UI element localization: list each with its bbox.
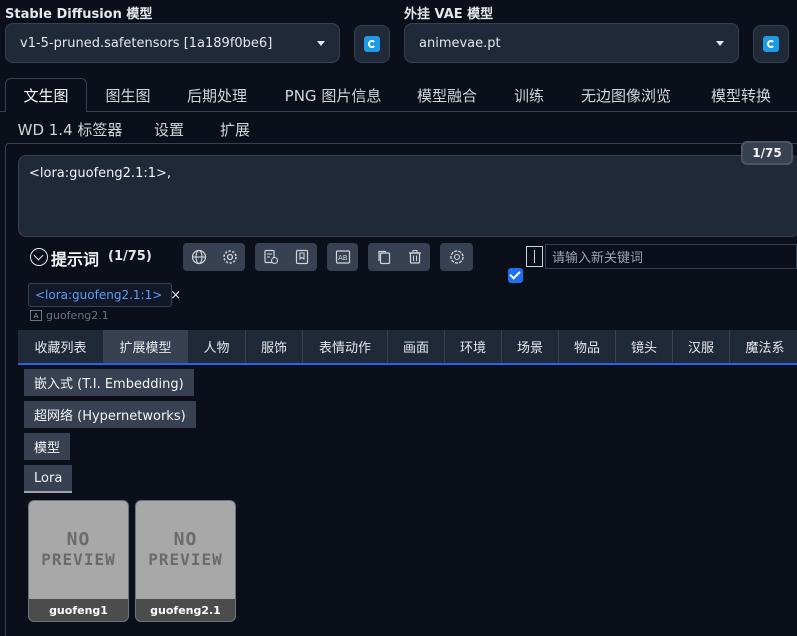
remove-tag-icon[interactable]: ×: [170, 288, 181, 303]
keyword-search-input[interactable]: 请输入新关键词: [545, 244, 797, 269]
prompt-tag-text: <lora:guofeng2.1:1>: [35, 288, 163, 302]
cat-tab-environment[interactable]: 环境: [445, 330, 502, 363]
tool-group-2: [255, 243, 317, 271]
lora-card-name: guofeng1: [29, 599, 128, 621]
keyword-checkbox[interactable]: [508, 268, 523, 283]
text-cursor-icon: [526, 246, 543, 267]
cat-tab-extension-models[interactable]: 扩展模型: [104, 330, 188, 363]
refresh-icon: [364, 36, 380, 52]
sub-btn-models[interactable]: 模型: [24, 433, 71, 460]
cat-tab-hanfu[interactable]: 汉服: [673, 330, 730, 363]
tab-checkpoint-merger[interactable]: 模型融合: [403, 78, 491, 112]
tab-txt2img[interactable]: 文生图: [5, 78, 87, 112]
tab-train[interactable]: 训练: [500, 78, 558, 112]
keyword-search-placeholder: 请输入新关键词: [552, 251, 644, 266]
tab-settings[interactable]: 设置: [140, 114, 198, 144]
checkpoint-value: v1-5-pruned.safetensors [1a189f0be6]: [20, 35, 273, 51]
checkpoint-label: Stable Diffusion 模型: [5, 7, 153, 22]
vae-label: 外挂 VAE 模型: [404, 7, 494, 22]
no-preview-line2: PREVIEW: [148, 550, 223, 569]
globe-icon[interactable]: [191, 249, 207, 265]
no-preview-line1: NO: [173, 529, 198, 550]
prompt-textarea[interactable]: <lora:guofeng2.1:1>,: [18, 155, 797, 237]
tool-group-1: [183, 243, 245, 271]
tool-group-3: AB: [327, 243, 358, 271]
token-counter: 1/75: [741, 141, 793, 165]
checkpoint-dropdown[interactable]: v1-5-pruned.safetensors [1a189f0be6]: [5, 23, 340, 63]
tab-wd14-tagger[interactable]: WD 1.4 标签器: [12, 114, 128, 144]
cat-tab-magic[interactable]: 魔法系: [730, 330, 797, 363]
tab-image-browser[interactable]: 无边图像浏览: [566, 78, 686, 112]
tab-model-converter[interactable]: 模型转换: [695, 78, 787, 112]
lora-card-name: guofeng2.1: [136, 599, 235, 621]
tab-img2img[interactable]: 图生图: [93, 78, 163, 112]
tag-helper-count: (1/75): [108, 249, 152, 264]
cat-tab-composition[interactable]: 画面: [388, 330, 445, 363]
sub-btn-embedding[interactable]: 嵌入式 (T.I. Embedding): [24, 369, 194, 396]
refresh-vae-button[interactable]: [753, 25, 789, 63]
gear-icon[interactable]: [222, 249, 238, 265]
cat-tab-items[interactable]: 物品: [559, 330, 616, 363]
no-preview-line2: PREVIEW: [41, 550, 116, 569]
prompt-tag-sub: guofeng2.1: [46, 309, 109, 322]
document-history-icon[interactable]: [263, 249, 279, 265]
tag-helper-title: 提示词: [51, 250, 100, 269]
chevron-down-icon: [317, 40, 325, 46]
sub-btn-hypernetworks[interactable]: 超网络 (Hypernetworks): [24, 401, 196, 428]
refresh-icon: [763, 36, 779, 52]
openai-icon[interactable]: [449, 249, 465, 265]
cat-tab-favorites[interactable]: 收藏列表: [18, 330, 104, 363]
bookmark-icon[interactable]: [294, 249, 310, 265]
vae-dropdown[interactable]: animevae.pt: [404, 23, 739, 63]
tab-extensions[interactable]: 扩展: [206, 114, 264, 144]
sub-btn-lora[interactable]: Lora: [24, 465, 73, 493]
no-preview-line1: NO: [66, 529, 91, 550]
cat-tab-expressions[interactable]: 表情动作: [303, 330, 388, 363]
cat-tab-camera[interactable]: 镜头: [616, 330, 673, 363]
lora-card[interactable]: NO PREVIEW guofeng1: [28, 500, 129, 622]
svg-text:AB: AB: [338, 254, 348, 262]
refresh-checkpoint-button[interactable]: [354, 25, 390, 63]
tab-png-info[interactable]: PNG 图片信息: [274, 78, 392, 112]
prompt-tag-chip[interactable]: <lora:guofeng2.1:1> ×: [28, 283, 181, 307]
no-preview-image: NO PREVIEW: [136, 501, 235, 599]
chevron-down-icon: [716, 40, 724, 46]
cat-tab-characters[interactable]: 人物: [188, 330, 246, 363]
tool-group-4: [368, 243, 430, 271]
trash-icon[interactable]: [407, 249, 423, 265]
lora-card[interactable]: NO PREVIEW guofeng2.1: [135, 500, 236, 622]
tab-extras[interactable]: 后期处理: [172, 78, 262, 112]
prompt-text: <lora:guofeng2.1:1>,: [29, 166, 172, 181]
cat-tab-scenes[interactable]: 场景: [502, 330, 559, 363]
tool-group-5: [440, 243, 473, 271]
vae-value: animevae.pt: [419, 35, 501, 51]
no-preview-image: NO PREVIEW: [29, 501, 128, 599]
translate-icon[interactable]: AB: [335, 249, 351, 265]
translate-small-icon: A: [30, 310, 42, 321]
collapse-chevron-icon[interactable]: [30, 248, 48, 266]
cat-tab-clothing[interactable]: 服饰: [246, 330, 303, 363]
copy-icon[interactable]: [376, 249, 392, 265]
